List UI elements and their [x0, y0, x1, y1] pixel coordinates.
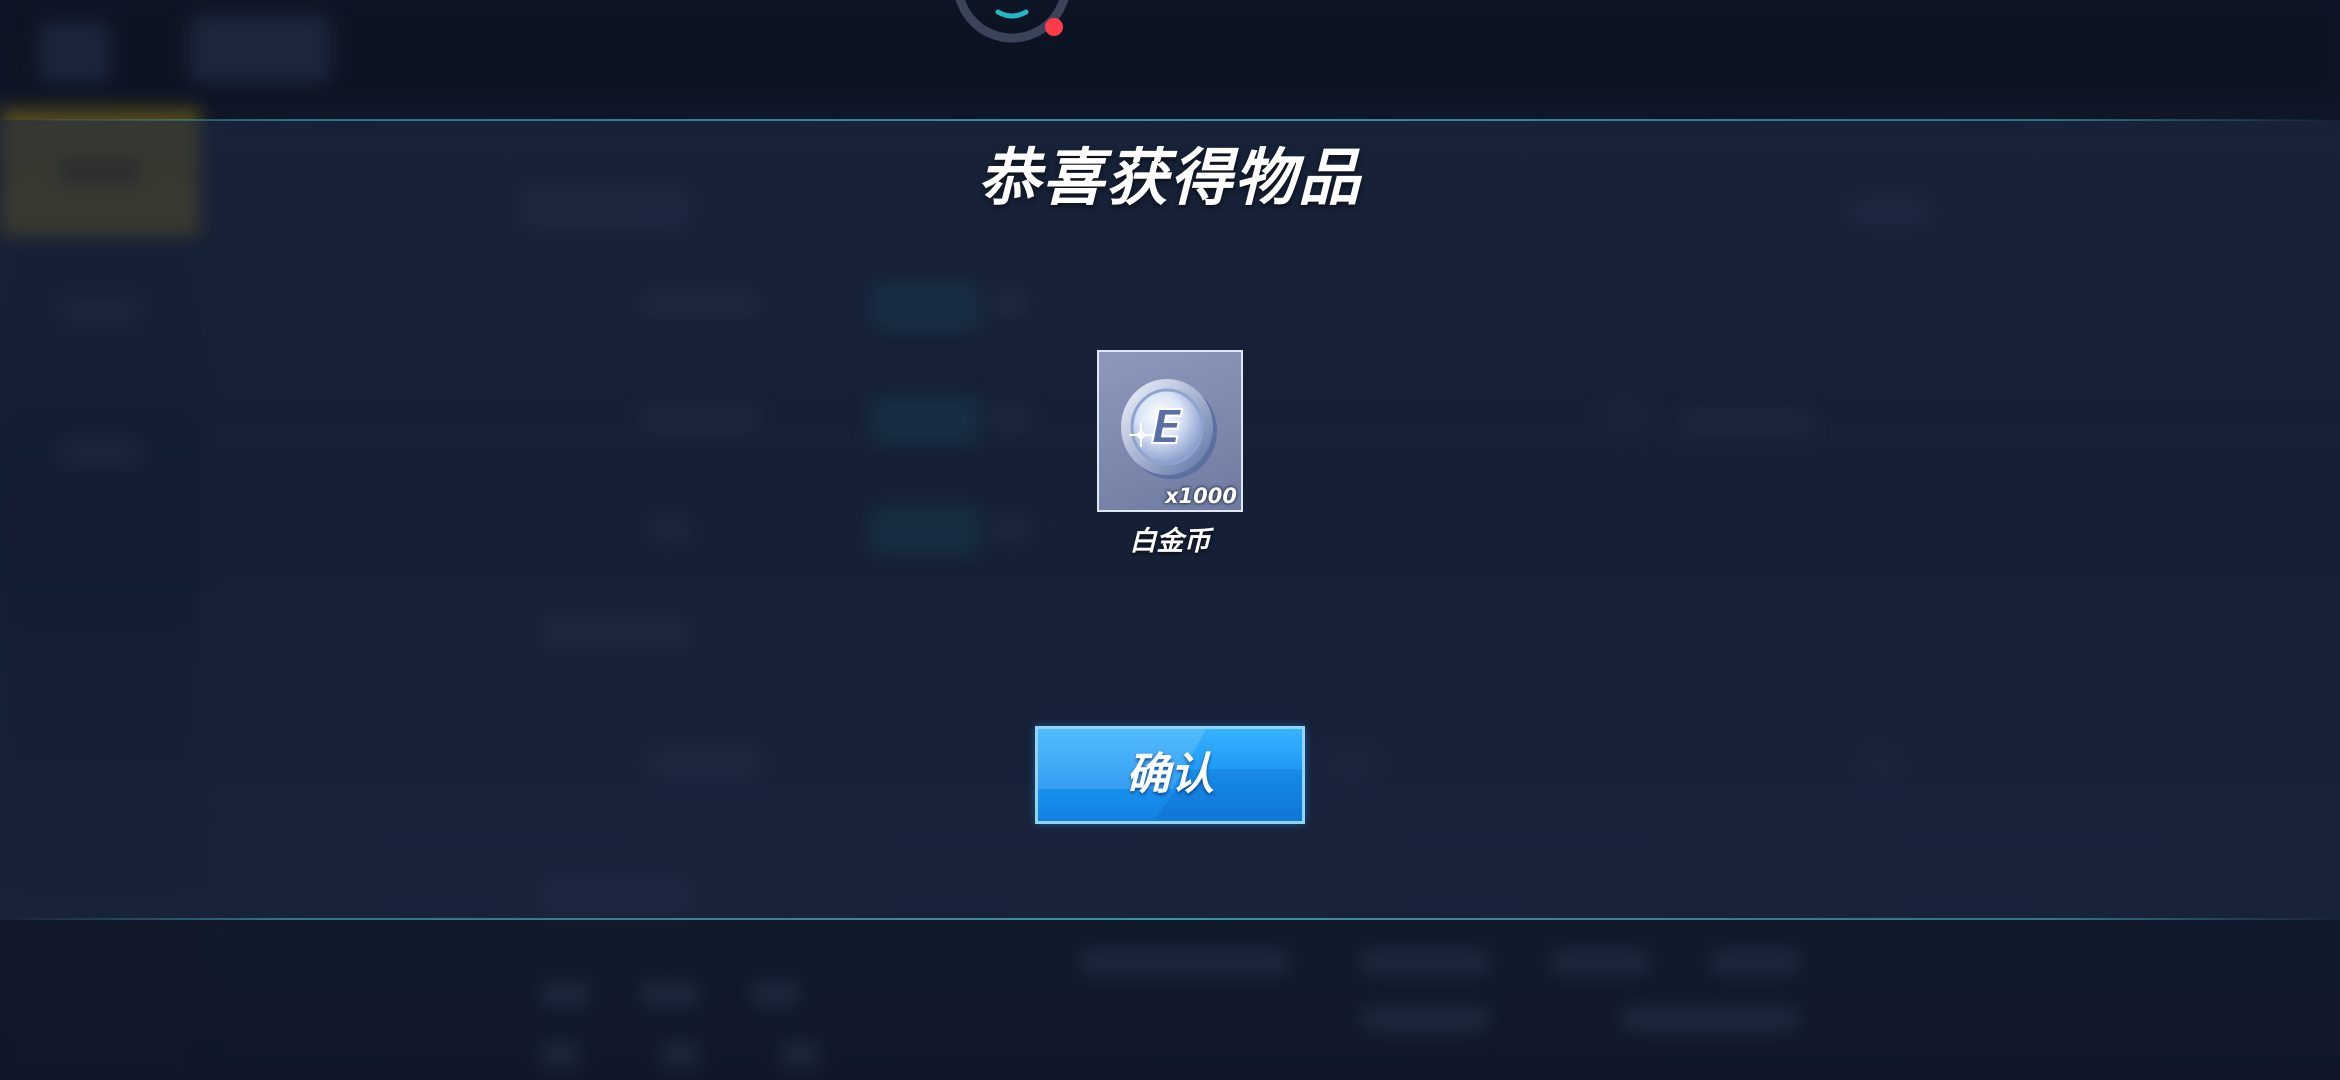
timer-indicator-icon — [955, 0, 1069, 43]
game-screen: 恭喜获得物品 E x1000 白金币 确认 — [0, 0, 2340, 1080]
confirm-button[interactable]: 确认 — [1035, 726, 1305, 824]
coin-letter: E — [1151, 400, 1182, 454]
dialog-top-divider — [0, 119, 2340, 121]
reward-icon-frame: E x1000 — [1097, 350, 1243, 512]
platinum-coin-icon: E — [1121, 379, 1217, 479]
dialog-title: 恭喜获得物品 — [977, 141, 1362, 214]
reward-item-card[interactable]: E x1000 — [1097, 350, 1243, 512]
confirm-button-label: 确认 — [1126, 749, 1214, 800]
reward-quantity: x1000 — [1165, 484, 1237, 508]
reward-name: 白金币 — [1129, 526, 1211, 557]
dialog-bottom-divider — [0, 918, 2340, 920]
